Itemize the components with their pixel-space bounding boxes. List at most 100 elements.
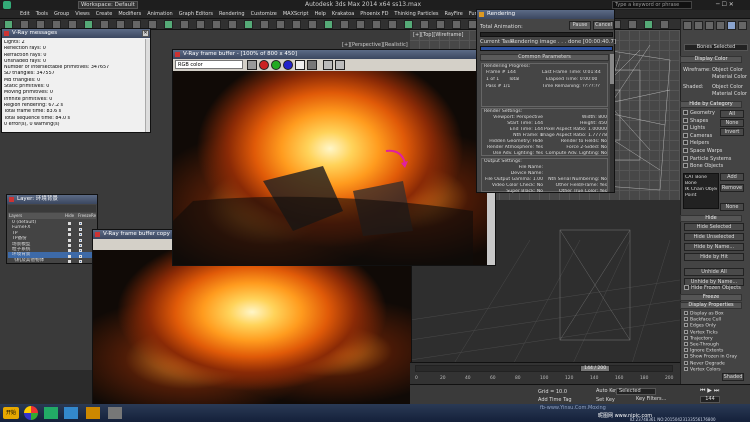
channel-select[interactable]: RGB color bbox=[175, 60, 243, 69]
hide-toggle-icon[interactable] bbox=[68, 260, 71, 264]
hide-action-button[interactable]: Hide by Hit bbox=[684, 253, 744, 261]
selected-dropdown[interactable]: Selected bbox=[616, 388, 656, 395]
green-channel-icon[interactable] bbox=[271, 60, 281, 70]
windows-logo-icon[interactable] bbox=[24, 406, 38, 420]
shaded-material-color-radio[interactable]: Material Color bbox=[712, 91, 747, 97]
category-checkbox[interactable]: Helpers bbox=[683, 140, 723, 148]
toolbar-tool-icon[interactable] bbox=[644, 20, 653, 29]
shaded-button[interactable]: Shaded bbox=[722, 373, 744, 381]
category-checkbox[interactable]: Cameras bbox=[683, 132, 723, 141]
hide-action-button[interactable]: Unhide All bbox=[684, 268, 744, 276]
column-header[interactable]: Freeze bbox=[77, 213, 91, 219]
toolbar-tool-icon[interactable] bbox=[292, 20, 301, 29]
clear-icon[interactable] bbox=[323, 60, 333, 70]
viewport-label-persp[interactable]: [+][Perspective][Realistic] bbox=[342, 42, 408, 48]
toolbar-tool-icon[interactable] bbox=[324, 20, 333, 29]
list-item[interactable]: Point bbox=[685, 193, 717, 199]
app-icon-2[interactable] bbox=[64, 407, 78, 419]
menu-item[interactable]: Krakatoa bbox=[332, 11, 354, 17]
motion-tab-icon[interactable] bbox=[716, 21, 725, 30]
auto-key-button[interactable]: Auto Key bbox=[596, 388, 618, 394]
vray-messages-titlebar[interactable]: V-Ray messages ✕ bbox=[2, 29, 150, 38]
viewport-label-top[interactable]: [+][Top][Wireframe] bbox=[413, 32, 463, 38]
toolbar-tool-icon[interactable] bbox=[436, 20, 445, 29]
hide-action-button[interactable]: Hide Unselected bbox=[684, 233, 744, 241]
app-icon-1[interactable] bbox=[44, 407, 58, 419]
toolbar-tool-icon[interactable] bbox=[212, 20, 221, 29]
category-checkbox[interactable]: Geometry bbox=[683, 110, 723, 118]
menu-item[interactable]: Help bbox=[315, 11, 326, 17]
pause-button[interactable]: Pause bbox=[569, 21, 591, 30]
search-input[interactable]: Type a keyword or phrase bbox=[612, 1, 692, 9]
menu-item[interactable]: RayFire bbox=[445, 11, 463, 17]
column-header[interactable]: Hide bbox=[64, 213, 77, 219]
toolbar-tool-icon[interactable] bbox=[388, 20, 397, 29]
close-icon[interactable]: ✕ bbox=[142, 30, 149, 37]
hierarchy-tab-icon[interactable] bbox=[705, 21, 714, 30]
menu-item[interactable]: Edit bbox=[20, 11, 30, 17]
menu-item[interactable]: MAXScript bbox=[283, 11, 309, 17]
toolbar-tool-icon[interactable] bbox=[628, 20, 637, 29]
mono-icon[interactable] bbox=[307, 60, 317, 70]
create-tab-icon[interactable] bbox=[683, 21, 692, 30]
display-tab-icon[interactable] bbox=[727, 21, 736, 30]
workspace-dropdown[interactable]: Workspace: Default bbox=[78, 1, 138, 9]
toolbar-tool-icon[interactable] bbox=[356, 20, 365, 29]
layer-row[interactable]: 飞机及其他物体 bbox=[8, 258, 96, 264]
menu-item[interactable]: Modifiers bbox=[118, 11, 141, 17]
hide-by-category-rollout[interactable]: Hide by Category bbox=[680, 101, 742, 108]
toolbar-tool-icon[interactable] bbox=[452, 20, 461, 29]
toolbar-tool-icon[interactable] bbox=[660, 20, 669, 29]
list-add-button[interactable]: Add bbox=[720, 173, 744, 181]
wire-material-color-radio[interactable]: Material Color bbox=[712, 74, 747, 80]
max-logo-icon[interactable] bbox=[3, 1, 11, 9]
time-slider-track[interactable]: 144 / 200 bbox=[415, 365, 673, 372]
hide-rollout[interactable]: Hide bbox=[680, 215, 742, 222]
menu-item[interactable]: Phoenix FD bbox=[360, 11, 388, 17]
layer-manager-titlebar[interactable]: Layer: 环境背景 bbox=[7, 195, 97, 204]
menu-item[interactable]: Tools bbox=[36, 11, 48, 17]
key-filters-button[interactable]: Key Filters... bbox=[636, 396, 666, 402]
freeze-toggle-icon[interactable] bbox=[79, 260, 82, 264]
hide-frozen-checkbox[interactable]: Hide Frozen Objects bbox=[684, 285, 741, 291]
current-frame-field[interactable]: 144 bbox=[700, 396, 720, 403]
column-header[interactable]: Render bbox=[90, 213, 96, 219]
toolbar-tool-icon[interactable] bbox=[164, 20, 173, 29]
blue-channel-icon[interactable] bbox=[283, 60, 293, 70]
set-key-button[interactable]: Set Key bbox=[596, 397, 615, 403]
category-invert-button[interactable]: Invert bbox=[720, 128, 744, 136]
display-prop-checkbox[interactable]: Show Frozen in Gray bbox=[684, 354, 746, 360]
region-render-icon[interactable] bbox=[335, 60, 345, 70]
toolbar-tool-icon[interactable] bbox=[420, 20, 429, 29]
add-time-tag-button[interactable]: Add Time Tag bbox=[538, 397, 572, 403]
window-controls[interactable]: ─ ☐ ✕ bbox=[716, 1, 748, 9]
red-channel-icon[interactable] bbox=[259, 60, 269, 70]
rendering-titlebar[interactable]: Rendering bbox=[477, 10, 614, 19]
selection-name-field[interactable]: Bones Selected bbox=[684, 44, 748, 51]
save-icon[interactable] bbox=[247, 60, 257, 70]
category-none-button[interactable]: None bbox=[720, 119, 744, 127]
wire-object-color-radio[interactable]: Object Color bbox=[712, 67, 743, 73]
vfb-main-titlebar[interactable]: V-Ray frame buffer - [100% of 800 x 450]… bbox=[173, 50, 495, 59]
menu-item[interactable]: Rendering bbox=[219, 11, 245, 17]
freeze-rollout[interactable]: Freeze bbox=[680, 294, 742, 301]
menu-item[interactable]: Create bbox=[96, 11, 113, 17]
hide-action-button[interactable]: Hide Selected bbox=[684, 223, 744, 231]
menu-item[interactable]: Graph Editors bbox=[179, 11, 213, 17]
toolbar-tool-icon[interactable] bbox=[372, 20, 381, 29]
toolbar-tool-icon[interactable] bbox=[276, 20, 285, 29]
list-none-button[interactable]: None bbox=[720, 203, 744, 211]
common-params-header[interactable]: Common Parameters bbox=[480, 54, 609, 61]
utilities-tab-icon[interactable] bbox=[738, 21, 747, 30]
display-properties-rollout[interactable]: Display Properties bbox=[680, 302, 742, 309]
category-all-button[interactable]: All bbox=[720, 110, 744, 118]
app-icon-4[interactable] bbox=[108, 407, 122, 419]
display-prop-checkbox[interactable]: Vertex Colors bbox=[684, 366, 746, 373]
menu-item[interactable]: Animation bbox=[147, 11, 173, 17]
rendering-scrollbar[interactable] bbox=[610, 54, 614, 192]
toolbar-tool-icon[interactable] bbox=[340, 20, 349, 29]
menu-item[interactable]: Customize bbox=[251, 11, 277, 17]
toolbar-tool-icon[interactable] bbox=[228, 20, 237, 29]
toolbar-tool-icon[interactable] bbox=[196, 20, 205, 29]
toolbar-tool-icon[interactable] bbox=[260, 20, 269, 29]
